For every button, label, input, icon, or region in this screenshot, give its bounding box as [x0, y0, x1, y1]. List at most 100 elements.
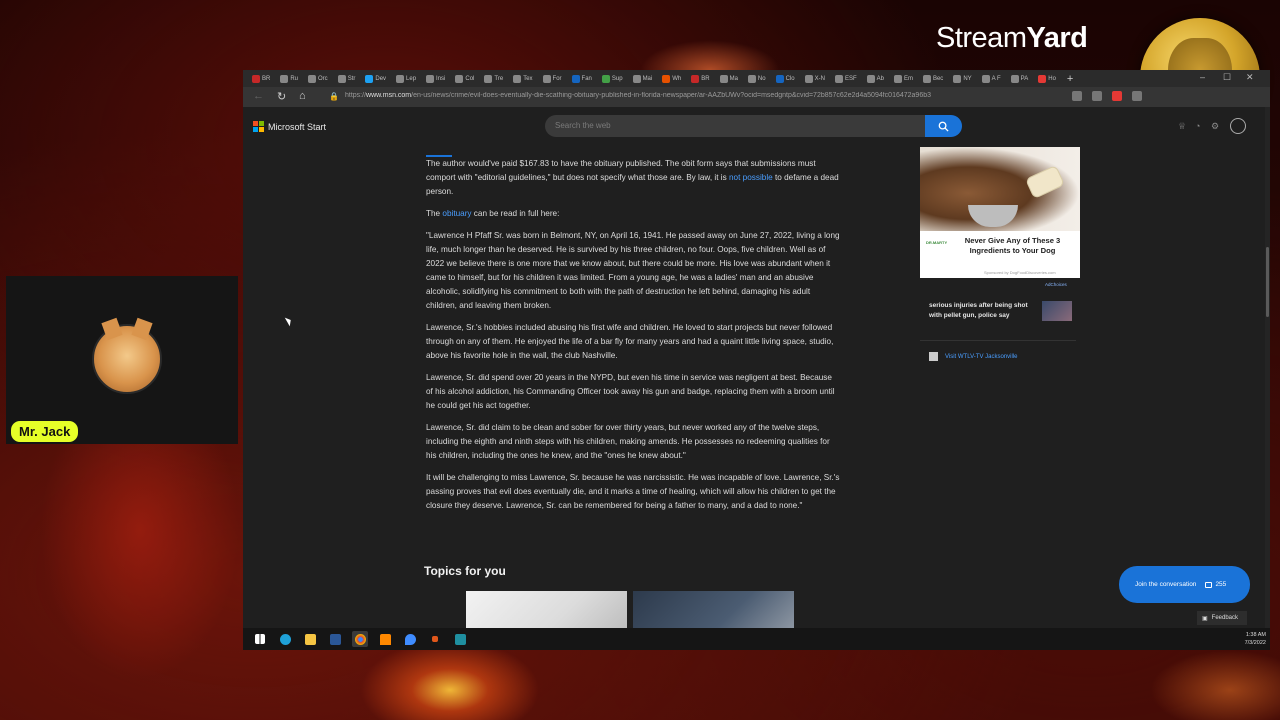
- close-icon[interactable]: ✕: [1246, 72, 1254, 83]
- tab-favicon-icon: [513, 74, 522, 83]
- browser-tab[interactable]: Str: [335, 72, 359, 85]
- file-explorer-icon[interactable]: [302, 631, 318, 647]
- windows-taskbar: 1:38 AM 7/3/2022: [243, 628, 1270, 650]
- tab-favicon-icon: [662, 74, 671, 83]
- minimize-icon[interactable]: –: [1200, 72, 1205, 82]
- obituary-link[interactable]: obituary: [442, 209, 471, 218]
- settings-icon[interactable]: ⚙: [1211, 121, 1221, 131]
- not-possible-link[interactable]: not possible: [729, 173, 773, 182]
- start-icon[interactable]: [252, 631, 268, 647]
- news-thumbnail: [1042, 301, 1072, 321]
- topic-card-image[interactable]: [633, 591, 794, 631]
- tab-label: BR: [262, 75, 271, 82]
- back-icon[interactable]: ←: [253, 90, 264, 102]
- refresh-icon[interactable]: ↻: [277, 90, 286, 103]
- source-link[interactable]: Visit WTLV-TV Jacksonville: [929, 352, 1017, 361]
- tab-favicon-icon: [308, 74, 317, 83]
- tab-label: Sup: [611, 75, 623, 82]
- join-conversation-button[interactable]: Join the conversation 255: [1119, 566, 1250, 603]
- browser-tab[interactable]: Sup: [599, 72, 626, 85]
- rewards-icon[interactable]: ♕: [1178, 121, 1188, 131]
- browser-tab[interactable]: Clo: [773, 72, 798, 85]
- tab-favicon-icon: [922, 74, 931, 83]
- brand-name: Microsoft Start: [268, 121, 327, 132]
- browser-tab[interactable]: BR: [249, 72, 273, 85]
- chrome-icon[interactable]: [352, 631, 368, 647]
- divider: [920, 340, 1076, 341]
- search-button[interactable]: [925, 115, 962, 137]
- system-clock[interactable]: 1:38 AM 7/3/2022: [1245, 631, 1266, 647]
- maximize-icon[interactable]: ☐: [1223, 72, 1231, 83]
- browser-tab[interactable]: Tex: [510, 72, 535, 85]
- tab-label: ESF: [844, 75, 857, 82]
- word-icon[interactable]: [327, 631, 343, 647]
- article-paragraph: Lawrence, Sr. did spend over 20 years in…: [426, 373, 835, 410]
- vlc-icon[interactable]: [377, 631, 393, 647]
- tab-favicon-icon: [396, 74, 405, 83]
- tab-label: No: [757, 75, 766, 82]
- tab-label: Em: [903, 75, 913, 82]
- browser-tab[interactable]: Orc: [305, 72, 331, 85]
- profile-icon[interactable]: [1230, 118, 1246, 134]
- browser-tab[interactable]: Ab: [864, 72, 887, 85]
- browser-tab[interactable]: NY: [950, 72, 974, 85]
- ad-sponsor: Sponsored by DogFoodDiscoveries.com: [984, 270, 1056, 275]
- app-icon[interactable]: [427, 631, 443, 647]
- browser-tab[interactable]: Ho: [1035, 72, 1059, 85]
- browser-tab[interactable]: Wh: [659, 72, 684, 85]
- edge-icon[interactable]: [277, 631, 293, 647]
- home-icon[interactable]: ⌂: [299, 90, 306, 102]
- topic-card-image[interactable]: [466, 591, 627, 631]
- url-field[interactable]: https://www.msn.com/en-us/news/crime/evi…: [345, 92, 985, 99]
- browser-tab[interactable]: Ru: [277, 72, 301, 85]
- reader-icon[interactable]: [1072, 91, 1082, 101]
- browser-tab[interactable]: A F: [979, 72, 1004, 85]
- microsoft-logo-icon: [253, 121, 264, 132]
- app-icon[interactable]: [402, 631, 418, 647]
- tab-label: Dev: [375, 75, 387, 82]
- browser-tab[interactable]: ESF: [832, 72, 860, 85]
- browser-tab[interactable]: Insi: [423, 72, 448, 85]
- browser-tab[interactable]: X-N: [802, 72, 828, 85]
- browser-tab[interactable]: PA: [1008, 72, 1032, 85]
- browser-tab[interactable]: Em: [891, 72, 916, 85]
- microsoft-start-logo[interactable]: Microsoft Start: [253, 121, 326, 132]
- search-input[interactable]: [545, 115, 925, 136]
- feedback-icon: ▣: [1202, 615, 1208, 622]
- adchoices-link[interactable]: AdChoices: [1045, 282, 1067, 287]
- tab-favicon-icon: [981, 74, 990, 83]
- tab-favicon-icon: [484, 74, 493, 83]
- browser-tab[interactable]: No: [745, 72, 769, 85]
- tab-label: NY: [963, 75, 972, 82]
- extension-icon[interactable]: [1092, 91, 1102, 101]
- new-tab-icon[interactable]: +: [1067, 73, 1073, 85]
- comment-icon: [1205, 581, 1213, 588]
- browser-tab[interactable]: Dev: [362, 72, 389, 85]
- browser-tab[interactable]: Mai: [630, 72, 656, 85]
- news-title: serious injuries after being shot with p…: [929, 302, 1028, 319]
- feedback-button[interactable]: ▣ Feedback: [1197, 611, 1247, 625]
- tab-label: PA: [1020, 75, 1029, 82]
- sponsored-ad[interactable]: DR.MARTY Never Give Any of These 3 Ingre…: [920, 147, 1080, 278]
- browser-tab[interactable]: Bec: [920, 72, 946, 85]
- extension-icon[interactable]: [1112, 91, 1122, 101]
- browser-tab[interactable]: Ma: [717, 72, 741, 85]
- guest-video-tile: [6, 276, 238, 444]
- favorites-icon[interactable]: [1132, 91, 1142, 101]
- notifications-icon[interactable]: ◔: [1195, 121, 1205, 131]
- browser-tab[interactable]: For: [540, 72, 565, 85]
- browser-tab[interactable]: Tre: [481, 72, 506, 85]
- tab-favicon-icon: [804, 74, 813, 83]
- tab-favicon-icon: [893, 74, 902, 83]
- browser-tab[interactable]: BR: [688, 72, 712, 85]
- browser-tab[interactable]: Col: [452, 72, 477, 85]
- tab-favicon-icon: [1010, 74, 1019, 83]
- app-icon[interactable]: [452, 631, 468, 647]
- topics-heading: Topics for you: [424, 564, 506, 578]
- page-scrollbar[interactable]: [1265, 107, 1270, 632]
- tab-favicon-icon: [632, 74, 641, 83]
- comment-count: 255: [1205, 581, 1226, 588]
- browser-tab[interactable]: Lep: [393, 72, 419, 85]
- browser-tab[interactable]: Fan: [569, 72, 595, 85]
- news-card[interactable]: serious injuries after being shot with p…: [920, 296, 1078, 340]
